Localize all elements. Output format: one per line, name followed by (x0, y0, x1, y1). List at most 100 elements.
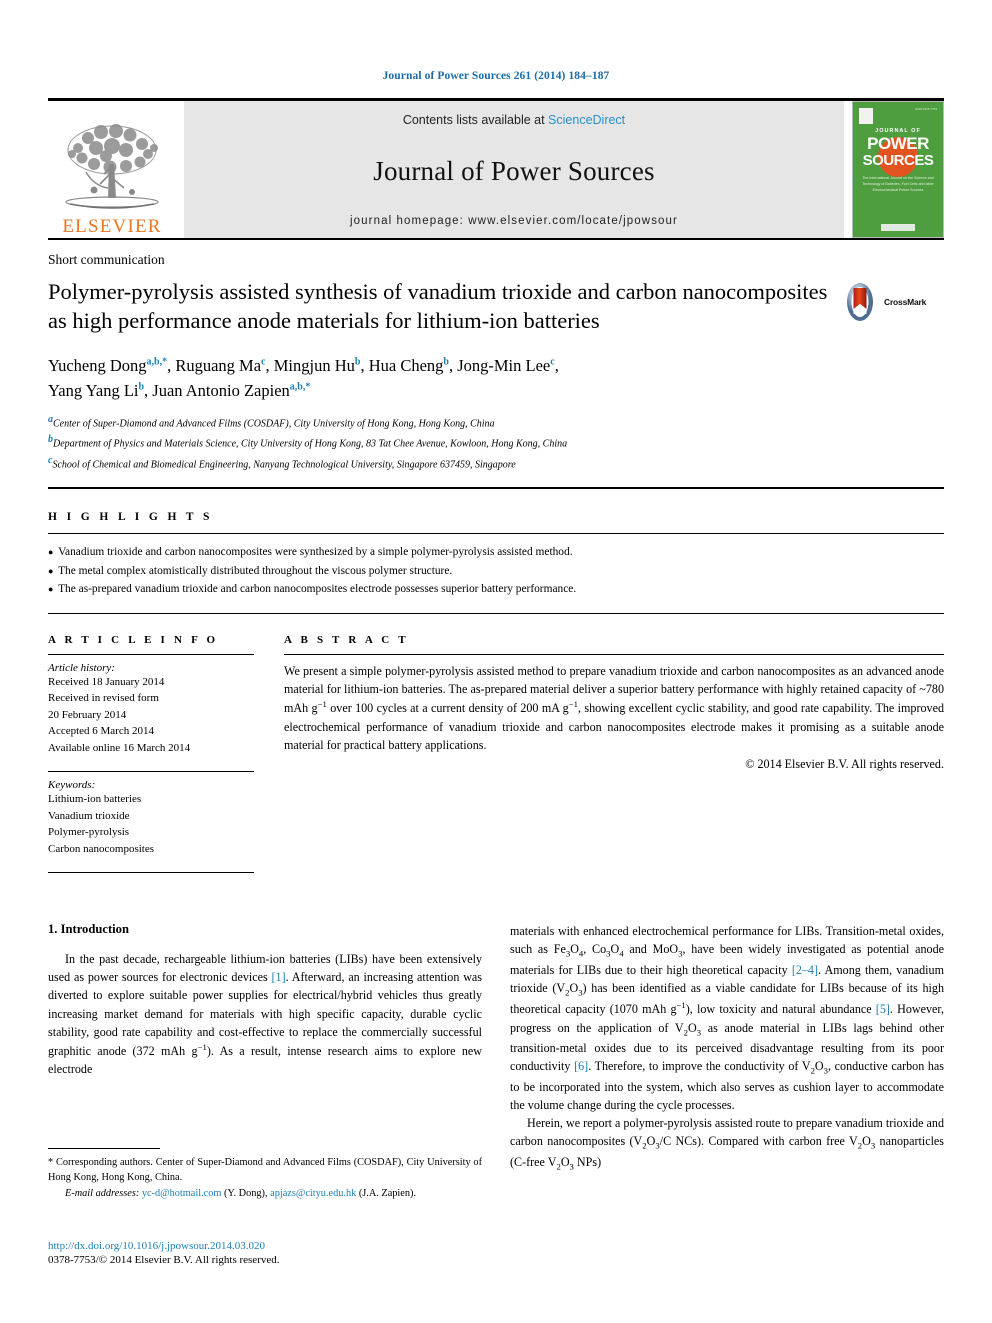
elsevier-logo: ELSEVIER (48, 101, 176, 238)
author-name: Jong-Min Lee (457, 355, 551, 375)
highlight-text: Vanadium trioxide and carbon nanocomposi… (58, 546, 573, 559)
author-name: Juan Antonio Zapien (152, 381, 290, 401)
affiliation-list: aCenter of Super-Diamond and Advanced Fi… (48, 412, 944, 474)
author-name: Yang Yang Li (48, 381, 139, 401)
formula-sub: 2 (683, 1027, 688, 1037)
highlight-text: The metal complex atomistically distribu… (58, 564, 453, 577)
article-page: Journal of Power Sources 261 (2014) 184–… (0, 0, 992, 1323)
elsevier-wordmark: ELSEVIER (62, 216, 162, 237)
email-owner: (Y. Dong), (223, 1188, 268, 1200)
journal-title: Journal of Power Sources (373, 155, 655, 186)
elsevier-tree-icon (65, 124, 159, 209)
masthead-center: Contents lists available at ScienceDirec… (184, 101, 844, 238)
abstract-superscript: −1 (568, 699, 578, 710)
author-name: Yucheng Dong (48, 355, 147, 375)
info-abstract-row: A R T I C L E I N F O Article history: R… (48, 634, 944, 881)
paragraph: materials with enhanced electrochemical … (510, 924, 944, 1112)
article-info-rule (48, 653, 254, 655)
journal-cover-thumbnail: ISSN 0378-7753 JOURNAL OF POWER SOURCES … (852, 101, 944, 238)
abstract-rule (284, 653, 944, 655)
contents-available-line: Contents lists available at ScienceDirec… (403, 113, 625, 127)
keywords-rule (48, 771, 254, 773)
cover-footer-box (881, 224, 915, 231)
citation-ref[interactable]: [2–4] (792, 963, 818, 977)
paragraph-part: , Co (583, 942, 607, 957)
author-affil-marker: b (354, 356, 361, 368)
superscript: −1 (197, 1041, 207, 1052)
email-note: E-mail addresses: yc-d@hotmail.com (Y. D… (48, 1186, 482, 1201)
title-block: Polymer-pyrolysis assisted synthesis of … (48, 278, 944, 336)
paragraph-part: ), low toxicity and natural abundance (685, 1002, 876, 1017)
email-link-zapien[interactable]: apjazs@cityu.edu.hk (270, 1188, 356, 1199)
paragraph-part: /C NCs). Compared with carbon free V (659, 1134, 858, 1149)
journal-masthead: ELSEVIER Contents lists available at Sci… (48, 98, 944, 238)
history-line: 20 February 2014 (48, 708, 127, 721)
author-name: Mingjun Hu (273, 355, 355, 375)
citation-ref[interactable]: [5] (876, 1002, 890, 1016)
citation-ref[interactable]: [1] (272, 970, 286, 984)
highlights-list: ● Vanadium trioxide and carbon nanocompo… (48, 543, 944, 598)
affiliation-text: School of Chemical and Biomedical Engine… (52, 459, 516, 471)
footnote-block: * Corresponding authors. Center of Super… (48, 1148, 482, 1202)
article-info-column: A R T I C L E I N F O Article history: R… (48, 634, 254, 881)
affiliation-item: cSchool of Chemical and Biomedical Engin… (48, 453, 944, 474)
abstract-superscript: −1 (317, 699, 327, 710)
footnote-rule (48, 1148, 160, 1149)
affiliation-item: aCenter of Super-Diamond and Advanced Fi… (48, 412, 944, 433)
formula-sub: 2 (810, 1065, 815, 1076)
cover-tiny-text: ISSN 0378-7753 (914, 107, 937, 111)
bullet-icon: ● (48, 584, 54, 595)
paragraph-part: NPs) (573, 1154, 602, 1169)
author-affil-marker: c (550, 356, 555, 368)
doi-link[interactable]: http://dx.doi.org/10.1016/j.jpowsour.201… (48, 1240, 508, 1252)
paragraph-part: O (570, 942, 579, 957)
bullet-icon: ● (48, 547, 54, 558)
paragraph-part: O (862, 1134, 871, 1149)
author-name: Ruguang Ma (175, 355, 262, 375)
affiliation-text: Center of Super-Diamond and Advanced Fil… (53, 418, 495, 430)
abstract-heading: A B S T R A C T (284, 633, 409, 646)
author-affil-marker: b (443, 356, 449, 368)
paragraph-part: . Therefore, to improve the conductivity… (588, 1059, 811, 1074)
abstract-part-2: over 100 cycles at a current density of … (326, 701, 569, 716)
cover-power-word: POWER (867, 134, 929, 153)
paragraph-part: and MoO (623, 942, 679, 957)
author-name: Hua Cheng (368, 355, 444, 375)
email-link-dong[interactable]: yc-d@hotmail.com (142, 1188, 222, 1199)
paragraph-part: O (569, 980, 579, 995)
highlights-divider (48, 533, 944, 535)
paragraph: Herein, we report a polymer-pyrolysis as… (510, 1114, 944, 1173)
superscript: −1 (676, 1000, 686, 1011)
highlight-item: ● The as-prepared vanadium trioxide and … (48, 580, 944, 598)
keyword-item: Vanadium trioxide (48, 809, 130, 822)
body-columns: 1. Introduction In the past decade, rech… (48, 922, 944, 1173)
cover-blurb: The International Journal on the Science… (862, 176, 934, 192)
sciencedirect-link[interactable]: ScienceDirect (548, 113, 625, 127)
bullet-icon: ● (48, 565, 54, 576)
paragraph-part: O (560, 1154, 570, 1169)
highlight-item: ● Vanadium trioxide and carbon nanocompo… (48, 543, 944, 561)
citation-ref[interactable]: [6] (574, 1059, 588, 1073)
paragraph-part: O (610, 942, 620, 957)
abstract-text: We present a simple polymer-pyrolysis as… (284, 662, 944, 755)
highlight-item: ● The metal complex atomistically distri… (48, 562, 944, 580)
abstract-copyright: © 2014 Elsevier B.V. All rights reserved… (745, 756, 944, 771)
doi-block: http://dx.doi.org/10.1016/j.jpowsour.201… (48, 1240, 508, 1266)
email-owner: (J.A. Zapien). (358, 1188, 417, 1200)
section-title-introduction: 1. Introduction (48, 922, 129, 937)
issn-copyright: 0378-7753/© 2014 Elsevier B.V. All right… (48, 1254, 280, 1266)
journal-homepage-link[interactable]: journal homepage: www.elsevier.com/locat… (350, 215, 678, 227)
keyword-item: Lithium-ion batteries (48, 793, 142, 806)
corresponding-author-note: * Corresponding authors. Center of Super… (48, 1157, 482, 1184)
running-head: Journal of Power Sources 261 (2014) 184–… (382, 70, 610, 82)
keywords-label: Keywords: (48, 779, 96, 792)
keywords-bottom-rule (48, 872, 254, 874)
crossmark-badge[interactable]: CrossMark (840, 280, 944, 324)
email-label: E-mail addresses: (65, 1188, 140, 1200)
history-line: Accepted 6 March 2014 (48, 725, 154, 738)
highlight-text: The as-prepared vanadium trioxide and ca… (58, 583, 577, 596)
history-line: Available online 16 March 2014 (48, 741, 191, 754)
highlights-heading: H I G H L I G H T S (48, 511, 213, 524)
affiliation-item: bDepartment of Physics and Materials Sci… (48, 432, 944, 453)
author-list: Yucheng Donga,b,*, Ruguang Mac, Mingjun … (48, 355, 559, 401)
